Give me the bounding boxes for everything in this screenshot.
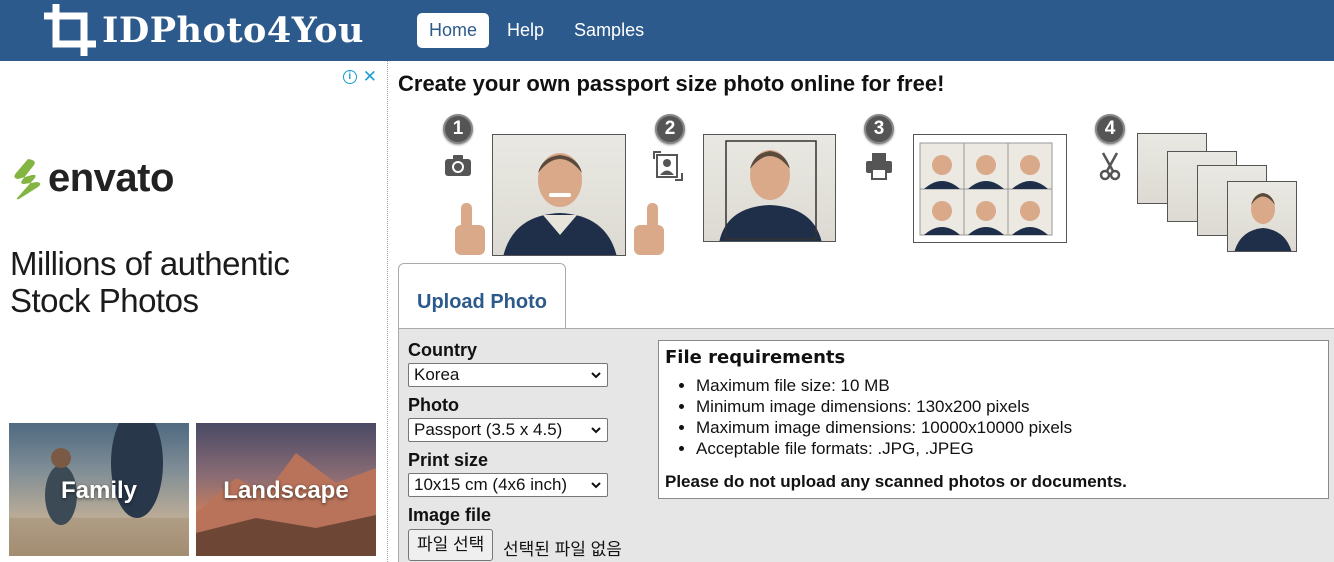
file-status-text: 선택된 파일 없음 [503, 540, 622, 559]
list-item: Maximum file size: 10 MB [696, 375, 1072, 396]
crop-portrait-icon [653, 151, 683, 181]
print-size-select-value: 10x15 cm (4x6 inch) [414, 475, 568, 494]
print-size-label: Print size [408, 450, 489, 470]
chevron-down-icon [591, 372, 601, 379]
list-item: Minimum image dimensions: 130x200 pixels [696, 396, 1072, 417]
print-sheet-image [919, 142, 1053, 236]
photo-type-select-value: Passport (3.5 x 4.5) [414, 420, 563, 439]
step-1-badge: 1 [443, 114, 473, 144]
file-requirements-title: File requirements [665, 347, 846, 368]
site-name: IDPhoto4You [102, 9, 364, 51]
ad-tile-family-label: Family [60, 477, 138, 504]
file-requirements-box: File requirements Maximum file size: 10 … [658, 340, 1329, 499]
main-nav: Home Help Samples [417, 13, 662, 48]
crop-frame-icon [44, 4, 96, 56]
image-file-label: Image file [408, 505, 492, 525]
step-2-badge: 2 [655, 114, 685, 144]
country-select-value: Korea [414, 365, 460, 384]
photo-label: Photo [408, 395, 459, 415]
choose-file-button[interactable]: 파일 선택 [408, 529, 494, 561]
thumbs-up-right [634, 203, 664, 255]
ad-tile-family[interactable]: Family [9, 423, 189, 556]
step-2-photo [703, 134, 836, 242]
cropped-portrait-image [719, 140, 822, 241]
photo-type-select[interactable]: Passport (3.5 x 4.5) [408, 418, 608, 442]
ad-headline: Millions of authentic Stock Photos [10, 245, 290, 319]
ad-controls: i ✕ [342, 68, 377, 85]
country-select[interactable]: Korea [408, 363, 608, 387]
close-icon[interactable]: ✕ [363, 68, 377, 85]
envato-leaf-icon [14, 158, 41, 199]
country-label: Country [408, 340, 477, 360]
upload-form-panel: Country Korea Photo Passport (3.5 x 4.5)… [398, 328, 1334, 562]
nav-samples[interactable]: Samples [562, 13, 656, 48]
print-size-select[interactable]: 10x15 cm (4x6 inch) [408, 473, 608, 497]
page-title: Create your own passport size photo onli… [398, 71, 945, 96]
envato-brand-text: envato [48, 156, 174, 200]
step-3-badge: 3 [864, 114, 894, 144]
step-1-photo [492, 134, 626, 256]
step-4-badge: 4 [1095, 114, 1125, 144]
ad-tile-landscape-label: Landscape [223, 477, 349, 504]
list-item: Maximum image dimensions: 10000x10000 pi… [696, 417, 1072, 438]
printer-icon [866, 153, 892, 180]
chevron-down-icon [591, 482, 601, 489]
tab-upload-photo[interactable]: Upload Photo [398, 263, 566, 329]
cut-photo-4 [1227, 181, 1297, 252]
ad-tile-landscape[interactable]: Landscape [196, 423, 376, 556]
chevron-down-icon [591, 427, 601, 434]
thumbs-up-left [455, 203, 485, 255]
tab-upload-photo-label: Upload Photo [417, 291, 547, 313]
scissors-icon [1099, 152, 1121, 181]
step-3-print-sheet [913, 134, 1067, 243]
ad-banner[interactable]: i ✕ envato Millions of authentic Stock P… [0, 61, 388, 562]
portrait-image [503, 153, 617, 255]
ad-headline-line-2: Stock Photos [10, 282, 199, 319]
nav-home[interactable]: Home [417, 13, 490, 48]
camera-icon [445, 155, 471, 176]
top-navbar: IDPhoto4You Home Help Samples [0, 0, 1334, 61]
list-item: Acceptable file formats: .JPG, .JPEG [696, 438, 1072, 459]
scan-warning-note: Please do not upload any scanned photos … [665, 472, 1127, 491]
main-content: Create your own passport size photo onli… [389, 61, 1334, 562]
envato-logo[interactable]: envato [10, 156, 174, 201]
nav-help[interactable]: Help [495, 13, 556, 48]
ad-headline-line-1: Millions of authentic [10, 245, 290, 282]
file-requirements-list: Maximum file size: 10 MB Minimum image d… [696, 375, 1072, 459]
info-icon[interactable]: i [342, 70, 357, 84]
site-logo[interactable]: IDPhoto4You [42, 2, 364, 58]
cut-portrait-image [1234, 193, 1292, 251]
